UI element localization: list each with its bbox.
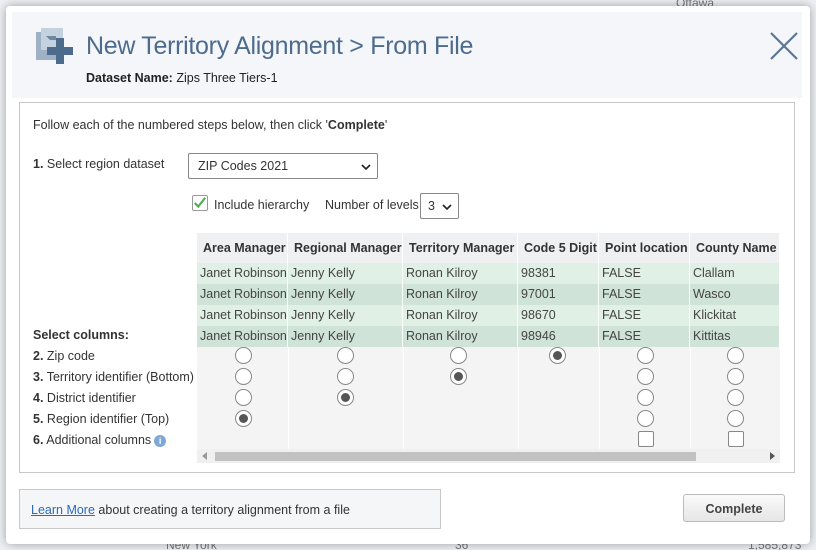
table-cell: Wasco [690,284,780,305]
table-horizontal-scrollbar[interactable] [197,449,780,463]
column-separator [690,347,691,449]
column-separator [599,347,600,449]
additional-checkbox-point-location[interactable] [638,431,654,447]
column-header[interactable]: Regional Manager [288,233,403,263]
region-radio-county-name[interactable] [727,410,744,427]
table-cell: 98670 [518,305,599,326]
zip-radio-territory-manager[interactable] [450,347,467,364]
include-hierarchy-checkbox[interactable] [192,195,208,211]
table-cell: FALSE [599,284,690,305]
chevron-down-icon [442,204,452,211]
step-additional-columns: 6. Additional columns i [33,433,194,454]
table-cell: Ronan Kilroy [403,263,518,284]
territory-radio-area-manager[interactable] [235,368,252,385]
step-territory: 3. Territory identifier (Bottom) [33,370,194,384]
columns-table: Area Manager Regional Manager Territory … [197,233,780,463]
column-separator [518,347,519,449]
additional-checkbox-county-name[interactable] [728,431,744,447]
step-district: 4. District identifier [33,391,136,405]
table-cell: 98946 [518,326,599,347]
region-dataset-select[interactable]: ZIP Codes 2021 [188,153,378,179]
column-separator [288,347,289,449]
dialog-header: New Territory Alignment > From File Data… [12,12,802,98]
region-dataset-value: ZIP Codes 2021 [198,159,289,173]
instructions: Follow each of the numbered steps below,… [33,118,388,132]
table-cell: Ronan Kilroy [403,284,518,305]
include-hierarchy-label: Include hierarchy [214,198,310,212]
region-radio-area-manager[interactable] [235,410,252,427]
table-cell: Jenny Kelly [288,305,403,326]
complete-button[interactable]: Complete [683,494,785,522]
select-columns-label: Select columns: [33,328,129,342]
region-radio-point-location[interactable] [637,410,654,427]
scroll-right-icon[interactable] [770,452,775,460]
zip-radio-regional-manager[interactable] [337,347,354,364]
column-header[interactable]: Territory Manager [403,233,518,263]
table-cell: 97001 [518,284,599,305]
column-header[interactable]: Point location [599,233,690,263]
table-cell: Jenny Kelly [288,284,403,305]
close-icon[interactable] [768,30,800,62]
zip-radio-point-location[interactable] [637,347,654,364]
territory-radio-regional-manager[interactable] [337,368,354,385]
district-radio-point-location[interactable] [637,389,654,406]
dataset-name: Dataset Name: Zips Three Tiers-1 [86,71,278,85]
scrollbar-thumb[interactable] [215,452,696,461]
table-cell: Janet Robinson [197,284,288,305]
info-icon[interactable]: i [154,434,167,447]
district-radio-area-manager[interactable] [235,389,252,406]
column-header[interactable]: County Name [690,233,780,263]
learn-more-box: Learn More about creating a territory al… [19,489,441,529]
zip-radio-county-name[interactable] [727,347,744,364]
territory-radio-territory-manager[interactable] [450,368,467,385]
new-territory-dialog: New Territory Alignment > From File Data… [6,6,810,544]
column-separator [403,347,404,449]
chevron-down-icon [361,164,371,171]
table-cell: Jenny Kelly [288,263,403,284]
zip-radio-area-manager[interactable] [235,347,252,364]
table-cell: Ronan Kilroy [403,326,518,347]
table-cell: Janet Robinson [197,326,288,347]
table-cell: FALSE [599,326,690,347]
table-cell: FALSE [599,263,690,284]
checkmark-icon [194,197,207,209]
number-of-levels-label: Number of levels [325,198,419,212]
dataset-label: Dataset Name: [86,71,173,85]
territory-radio-point-location[interactable] [637,368,654,385]
table-cell: Janet Robinson [197,305,288,326]
table-cell: Kittitas [690,326,780,347]
step-region: 5. Region identifier (Top) [33,412,170,426]
table-cell: 98381 [518,263,599,284]
steps-panel: Follow each of the numbered steps below,… [19,102,795,473]
levels-select[interactable]: 3 [420,193,459,219]
column-header[interactable]: Code 5 Digit [518,233,599,263]
table-cell: Janet Robinson [197,263,288,284]
table-cell: Ronan Kilroy [403,305,518,326]
levels-value: 3 [428,199,435,213]
dataset-value: Zips Three Tiers-1 [176,71,278,85]
table-cell: Jenny Kelly [288,326,403,347]
learn-more-text: about creating a territory alignment fro… [94,503,350,517]
step-zip-code: 2. Zip code [33,349,95,363]
table-cell: Clallam [690,263,780,284]
steps-list: 2. Zip code 3. Territory identifier (Bot… [33,349,194,454]
district-radio-county-name[interactable] [727,389,744,406]
column-header[interactable]: Area Manager [197,233,288,263]
table-cell: Klickitat [690,305,780,326]
scroll-left-icon[interactable] [202,452,207,460]
learn-more-link[interactable]: Learn More [31,503,95,517]
dialog-title: New Territory Alignment > From File [86,32,474,60]
territory-radio-county-name[interactable] [727,368,744,385]
zip-radio-code-5-digit[interactable] [549,347,566,364]
step1-label: 1. Select region dataset [33,157,165,171]
table-cell: FALSE [599,305,690,326]
district-radio-regional-manager[interactable] [337,389,354,406]
territory-add-icon [36,28,73,64]
